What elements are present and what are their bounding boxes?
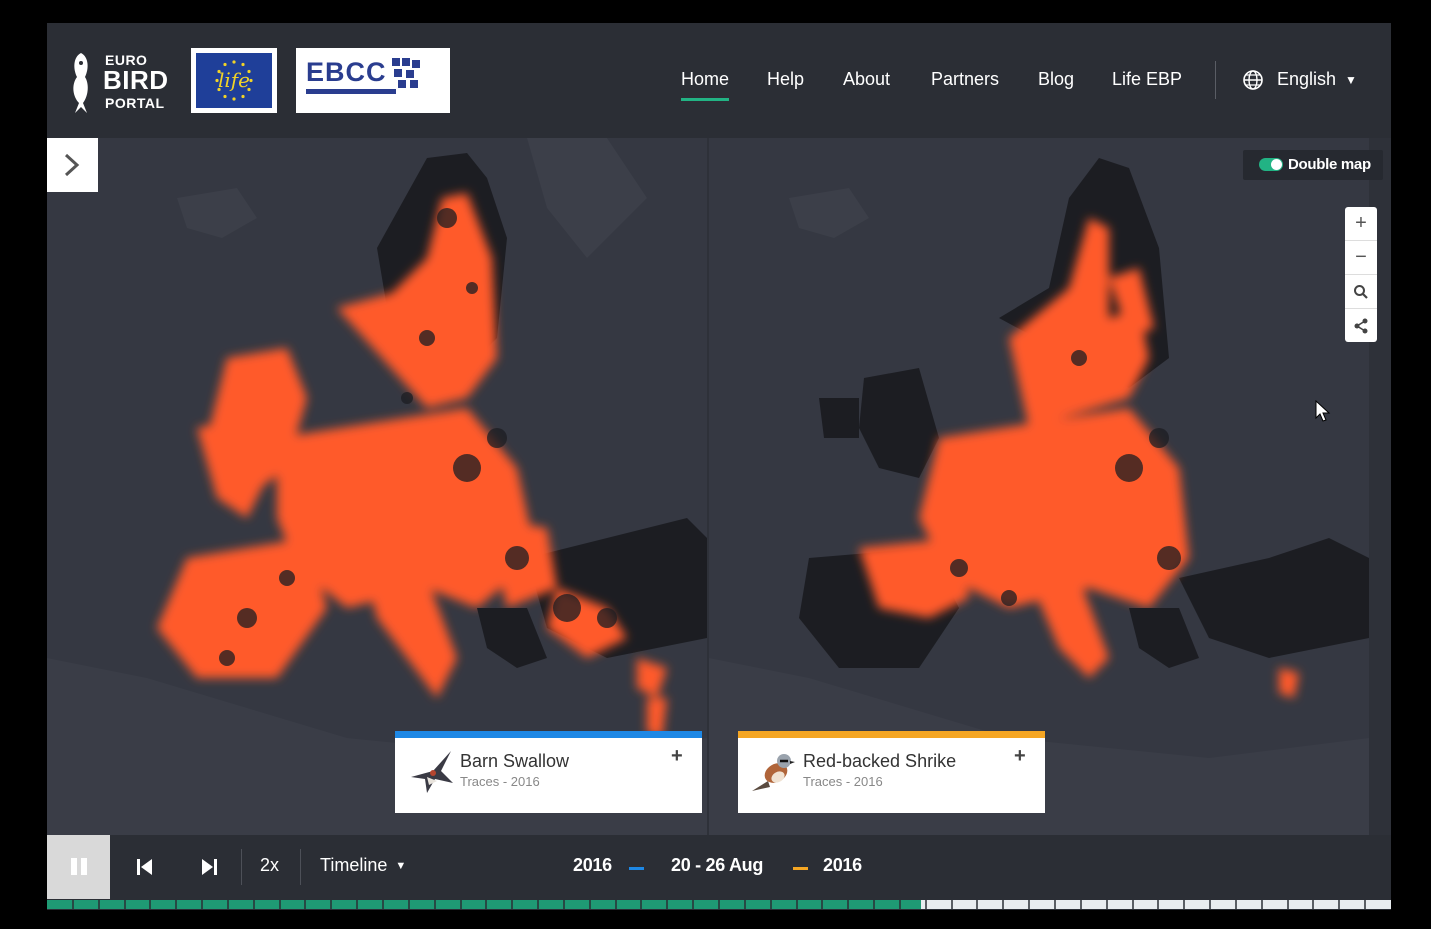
nav-blog[interactable]: Blog: [1038, 69, 1074, 90]
ebcc-logo[interactable]: EBCC: [296, 48, 450, 113]
ebcc-emblem-icon: [392, 58, 420, 88]
magnifier-icon: [1354, 285, 1368, 299]
life-logo[interactable]: life: [191, 48, 277, 113]
species-subtitle: Traces - 2016: [803, 774, 883, 789]
double-map-label: Double map: [1288, 156, 1371, 173]
pause-button[interactable]: [47, 835, 110, 899]
timeline-mode-dropdown[interactable]: Timeline ▼: [320, 855, 406, 876]
search-zoom-button[interactable]: [1345, 275, 1377, 309]
barn-swallow-icon: [411, 751, 453, 793]
skip-forward-icon[interactable]: [201, 858, 217, 876]
ebcc-logo-text: EBCC: [306, 57, 387, 87]
globe-icon: [1243, 70, 1263, 90]
zoom-out-button[interactable]: −: [1345, 241, 1377, 275]
legend-line-blue: [629, 867, 644, 870]
speed-selector[interactable]: 2x: [260, 855, 279, 876]
plus-icon: +: [1355, 212, 1367, 234]
euro-bird-portal-logo[interactable]: EURO BIRD PORTAL: [67, 47, 177, 115]
timeline-divider: [300, 849, 301, 885]
add-species-icon[interactable]: +: [671, 745, 683, 768]
year-right: 2016: [823, 855, 862, 875]
chevron-right-icon: [64, 153, 80, 177]
zoom-in-button[interactable]: +: [1345, 207, 1377, 241]
nav-life-ebp[interactable]: Life EBP: [1112, 69, 1182, 90]
species-color-bar: [395, 731, 702, 738]
date-range: 20 - 26 Aug: [671, 855, 764, 875]
timeline-mode-label: Timeline: [320, 855, 388, 875]
minus-icon: −: [1355, 246, 1367, 268]
species-color-bar: [738, 731, 1045, 738]
sidebar-toggle-button[interactable]: [47, 138, 98, 192]
share-icon: [1354, 318, 1368, 334]
nav-partners[interactable]: Partners: [931, 69, 999, 90]
nav-about[interactable]: About: [843, 69, 890, 90]
euro-bird-portal-app: EURO BIRD PORTAL life EBCC Home Help Abo…: [47, 23, 1391, 910]
chevron-down-icon: ▼: [395, 860, 407, 872]
legend-line-orange: [793, 867, 808, 870]
species-card-red-backed-shrike[interactable]: Red-backed Shrike Traces - 2016 +: [738, 731, 1045, 813]
species-card-barn-swallow[interactable]: Barn Swallow Traces - 2016 +: [395, 731, 702, 813]
header: EURO BIRD PORTAL life EBCC Home Help Abo…: [47, 23, 1391, 138]
double-map-toggle[interactable]: Double map: [1243, 150, 1383, 180]
bird-logo-icon: [73, 53, 88, 113]
chevron-down-icon: ▼: [1345, 73, 1357, 87]
mouse-cursor-icon: [1315, 400, 1331, 422]
map-area[interactable]: Double map + − Barn Swallow Traces - 201…: [47, 138, 1391, 835]
language-label: English: [1277, 69, 1337, 89]
toggle-knob: [1271, 159, 1282, 170]
nav-home[interactable]: Home: [681, 69, 730, 101]
species-name: Barn Swallow: [460, 751, 570, 771]
add-species-icon[interactable]: +: [1014, 745, 1026, 768]
pause-icon: [71, 858, 77, 875]
logo-text-portal: PORTAL: [105, 95, 165, 111]
year-left: 2016: [573, 855, 612, 875]
logo-text-bird: BIRD: [103, 65, 169, 95]
timeline-bar: 2x Timeline ▼ 2016 20 - 26 Aug 2016: [47, 835, 1391, 910]
red-backed-shrike-icon: [752, 754, 795, 791]
share-button[interactable]: [1345, 309, 1377, 342]
species-subtitle: Traces - 2016: [460, 774, 540, 789]
species-name: Red-backed Shrike: [803, 751, 957, 771]
skip-back-icon[interactable]: [137, 858, 153, 876]
timeline-progress[interactable]: [47, 900, 1391, 909]
timeline-divider: [241, 849, 242, 885]
nav-divider: [1215, 61, 1216, 99]
ebcc-logo-underline: [306, 89, 396, 94]
map-controls: + −: [1345, 207, 1377, 342]
timeline-week-ticks: [72, 900, 1366, 909]
life-logo-text: life: [217, 68, 251, 92]
nav-help[interactable]: Help: [767, 69, 804, 90]
